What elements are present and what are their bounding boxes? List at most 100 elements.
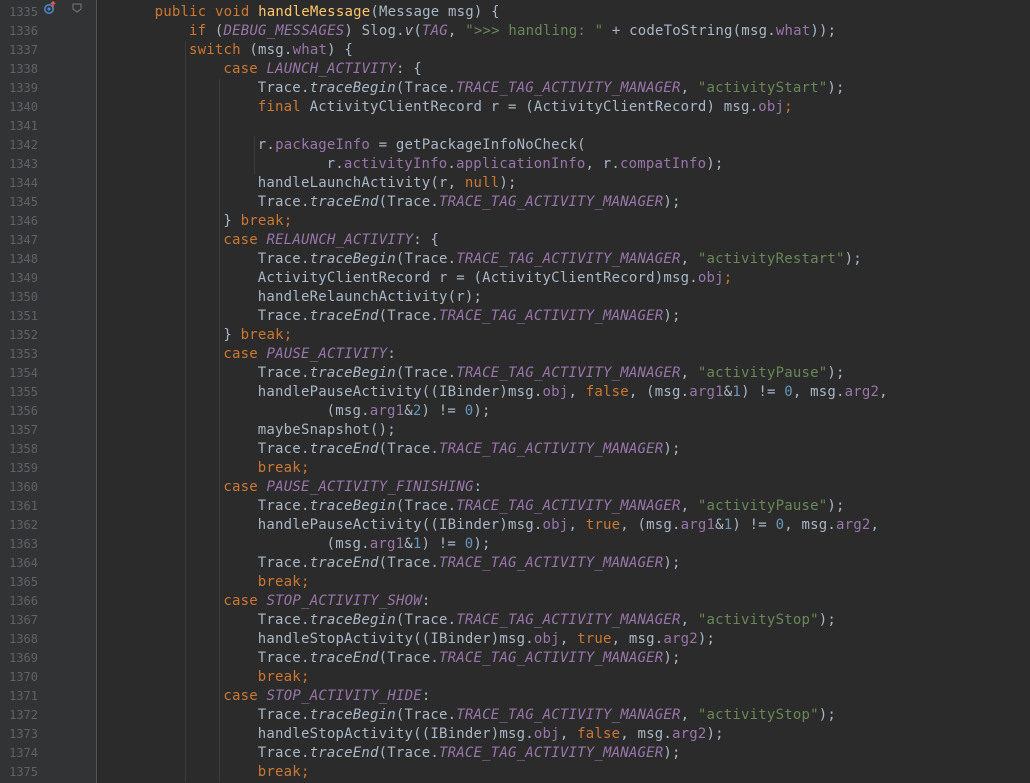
code-token: , (msg. bbox=[628, 384, 690, 400]
line-number[interactable]: 1372 bbox=[0, 706, 38, 725]
line-number[interactable]: 1371 bbox=[0, 687, 38, 706]
code-line[interactable]: final ActivityClientRecord r = (Activity… bbox=[258, 98, 793, 117]
code-line[interactable]: } break; bbox=[223, 212, 292, 231]
code-token: void bbox=[215, 4, 259, 20]
line-number[interactable]: 1344 bbox=[0, 174, 38, 193]
fold-marker-icon[interactable] bbox=[72, 3, 82, 13]
code-line[interactable]: Trace.traceBegin(Trace.TRACE_TAG_ACTIVIT… bbox=[258, 497, 845, 516]
line-number[interactable]: 1361 bbox=[0, 497, 38, 516]
line-number[interactable]: 1339 bbox=[0, 79, 38, 98]
code-line[interactable]: case STOP_ACTIVITY_HIDE: bbox=[223, 687, 430, 706]
code-token: traceEnd bbox=[309, 555, 379, 571]
code-line[interactable]: Trace.traceEnd(Trace.TRACE_TAG_ACTIVITY_… bbox=[258, 193, 681, 212]
code-line[interactable]: Trace.traceEnd(Trace.TRACE_TAG_ACTIVITY_… bbox=[258, 307, 681, 326]
line-number[interactable]: 1346 bbox=[0, 212, 38, 231]
code-line[interactable]: case STOP_ACTIVITY_SHOW: bbox=[223, 592, 430, 611]
code-line[interactable]: break; bbox=[258, 763, 310, 782]
code-token: ) Slog. bbox=[344, 23, 405, 39]
line-number[interactable]: 1336 bbox=[0, 22, 38, 41]
line-number[interactable]: 1335 bbox=[0, 3, 38, 22]
line-number[interactable]: 1362 bbox=[0, 516, 38, 535]
code-token: "activityPause" bbox=[697, 365, 828, 381]
code-line[interactable]: handleLaunchActivity(r, null); bbox=[258, 174, 517, 193]
code-line[interactable]: Trace.traceEnd(Trace.TRACE_TAG_ACTIVITY_… bbox=[258, 554, 681, 573]
line-number[interactable]: 1349 bbox=[0, 269, 38, 288]
code-line[interactable]: case LAUNCH_ACTIVITY: { bbox=[223, 60, 421, 79]
code-line[interactable]: (msg.arg1&1) != 0); bbox=[327, 535, 491, 554]
code-line[interactable]: switch (msg.what) { bbox=[189, 41, 353, 60]
code-token: (msg. bbox=[249, 42, 293, 58]
line-number[interactable]: 1338 bbox=[0, 60, 38, 79]
code-line[interactable]: case RELAUNCH_ACTIVITY: { bbox=[223, 231, 439, 250]
line-number[interactable]: 1347 bbox=[0, 231, 38, 250]
line-number[interactable]: 1340 bbox=[0, 98, 38, 117]
code-line[interactable]: } break; bbox=[223, 326, 292, 345]
code-line[interactable]: ActivityClientRecord r = (ActivityClient… bbox=[258, 269, 733, 288]
line-number[interactable]: 1345 bbox=[0, 193, 38, 212]
code-token: , (msg. bbox=[620, 517, 681, 533]
line-number[interactable]: 1375 bbox=[0, 763, 38, 782]
code-line[interactable]: r.activityInfo.applicationInfo, r.compat… bbox=[327, 155, 724, 174]
line-number[interactable]: 1363 bbox=[0, 535, 38, 554]
line-number[interactable]: 1366 bbox=[0, 592, 38, 611]
code-line[interactable]: break; bbox=[258, 573, 310, 592]
code-token: (Trace. bbox=[395, 365, 457, 381]
line-number[interactable]: 1368 bbox=[0, 630, 38, 649]
code-line[interactable]: maybeSnapshot(); bbox=[258, 421, 396, 440]
line-number[interactable]: 1337 bbox=[0, 41, 38, 60]
code-line[interactable]: Trace.traceBegin(Trace.TRACE_TAG_ACTIVIT… bbox=[258, 79, 845, 98]
line-number[interactable]: 1351 bbox=[0, 307, 38, 326]
line-number[interactable]: 1354 bbox=[0, 364, 38, 383]
code-line[interactable]: Trace.traceBegin(Trace.TRACE_TAG_ACTIVIT… bbox=[258, 611, 836, 630]
code-line[interactable]: r.packageInfo = getPackageInfoNoCheck( bbox=[258, 136, 586, 155]
line-number[interactable]: 1342 bbox=[0, 136, 38, 155]
code-token: break; bbox=[257, 574, 310, 590]
line-number[interactable]: 1352 bbox=[0, 326, 38, 345]
code-line[interactable]: handlePauseActivity((IBinder)msg.obj, tr… bbox=[258, 516, 879, 535]
line-number[interactable]: 1364 bbox=[0, 554, 38, 573]
line-number[interactable]: 1353 bbox=[0, 345, 38, 364]
code-token: arg1 bbox=[369, 403, 405, 419]
code-token: PAUSE_ACTIVITY bbox=[266, 346, 388, 362]
code-line[interactable]: break; bbox=[258, 668, 310, 687]
code-editor[interactable]: 1335 1336 1337 1338 1339 1340 1341 1342 1343 1344… bbox=[0, 0, 1030, 783]
override-method-icon[interactable] bbox=[43, 1, 57, 15]
code-line[interactable]: Trace.traceBegin(Trace.TRACE_TAG_ACTIVIT… bbox=[258, 364, 845, 383]
code-line[interactable]: Trace.traceBegin(Trace.TRACE_TAG_ACTIVIT… bbox=[258, 706, 836, 725]
line-number[interactable]: 1374 bbox=[0, 744, 38, 763]
code-token: ) != bbox=[421, 536, 465, 552]
code-line[interactable]: (msg.arg1&2) != 0); bbox=[327, 402, 491, 421]
line-number[interactable]: 1358 bbox=[0, 440, 38, 459]
code-line[interactable]: break; bbox=[258, 459, 310, 478]
code-token: obj bbox=[697, 270, 724, 286]
code-line[interactable]: case PAUSE_ACTIVITY_FINISHING: bbox=[223, 478, 482, 497]
code-line[interactable]: case PAUSE_ACTIVITY: bbox=[223, 345, 396, 364]
code-line[interactable]: handleStopActivity((IBinder)msg.obj, tru… bbox=[258, 630, 715, 649]
line-number[interactable]: 1357 bbox=[0, 421, 38, 440]
line-number[interactable]: 1355 bbox=[0, 383, 38, 402]
code-line[interactable]: handleRelaunchActivity(r); bbox=[258, 288, 482, 307]
editor-gutter[interactable]: 1335 1336 1337 1338 1339 1340 1341 1342 1343 1344… bbox=[0, 0, 96, 783]
line-number[interactable]: 1373 bbox=[0, 725, 38, 744]
code-line[interactable]: Trace.traceEnd(Trace.TRACE_TAG_ACTIVITY_… bbox=[258, 649, 681, 668]
code-line[interactable]: Trace.traceEnd(Trace.TRACE_TAG_ACTIVITY_… bbox=[258, 440, 681, 459]
code-line[interactable]: handleStopActivity((IBinder)msg.obj, fal… bbox=[258, 725, 724, 744]
line-number[interactable]: 1360 bbox=[0, 478, 38, 497]
code-line[interactable]: public void handleMessage(Message msg) { bbox=[155, 3, 500, 22]
code-line[interactable]: if (DEBUG_MESSAGES) Slog.v(TAG, ">>> han… bbox=[189, 22, 836, 41]
line-number[interactable]: 1341 bbox=[0, 117, 38, 136]
line-number[interactable]: 1370 bbox=[0, 668, 38, 687]
line-number[interactable]: 1356 bbox=[0, 402, 38, 421]
code-line[interactable]: handlePauseActivity((IBinder)msg.obj, fa… bbox=[258, 383, 888, 402]
code-token: packageInfo bbox=[275, 137, 370, 153]
line-number[interactable]: 1369 bbox=[0, 649, 38, 668]
line-number[interactable]: 1343 bbox=[0, 155, 38, 174]
line-number[interactable]: 1359 bbox=[0, 459, 38, 478]
code-token: arg2 bbox=[663, 631, 698, 647]
code-line[interactable]: Trace.traceBegin(Trace.TRACE_TAG_ACTIVIT… bbox=[258, 250, 862, 269]
line-number[interactable]: 1367 bbox=[0, 611, 38, 630]
code-line[interactable]: Trace.traceEnd(Trace.TRACE_TAG_ACTIVITY_… bbox=[258, 744, 681, 763]
line-number[interactable]: 1350 bbox=[0, 288, 38, 307]
line-number[interactable]: 1365 bbox=[0, 573, 38, 592]
line-number[interactable]: 1348 bbox=[0, 250, 38, 269]
